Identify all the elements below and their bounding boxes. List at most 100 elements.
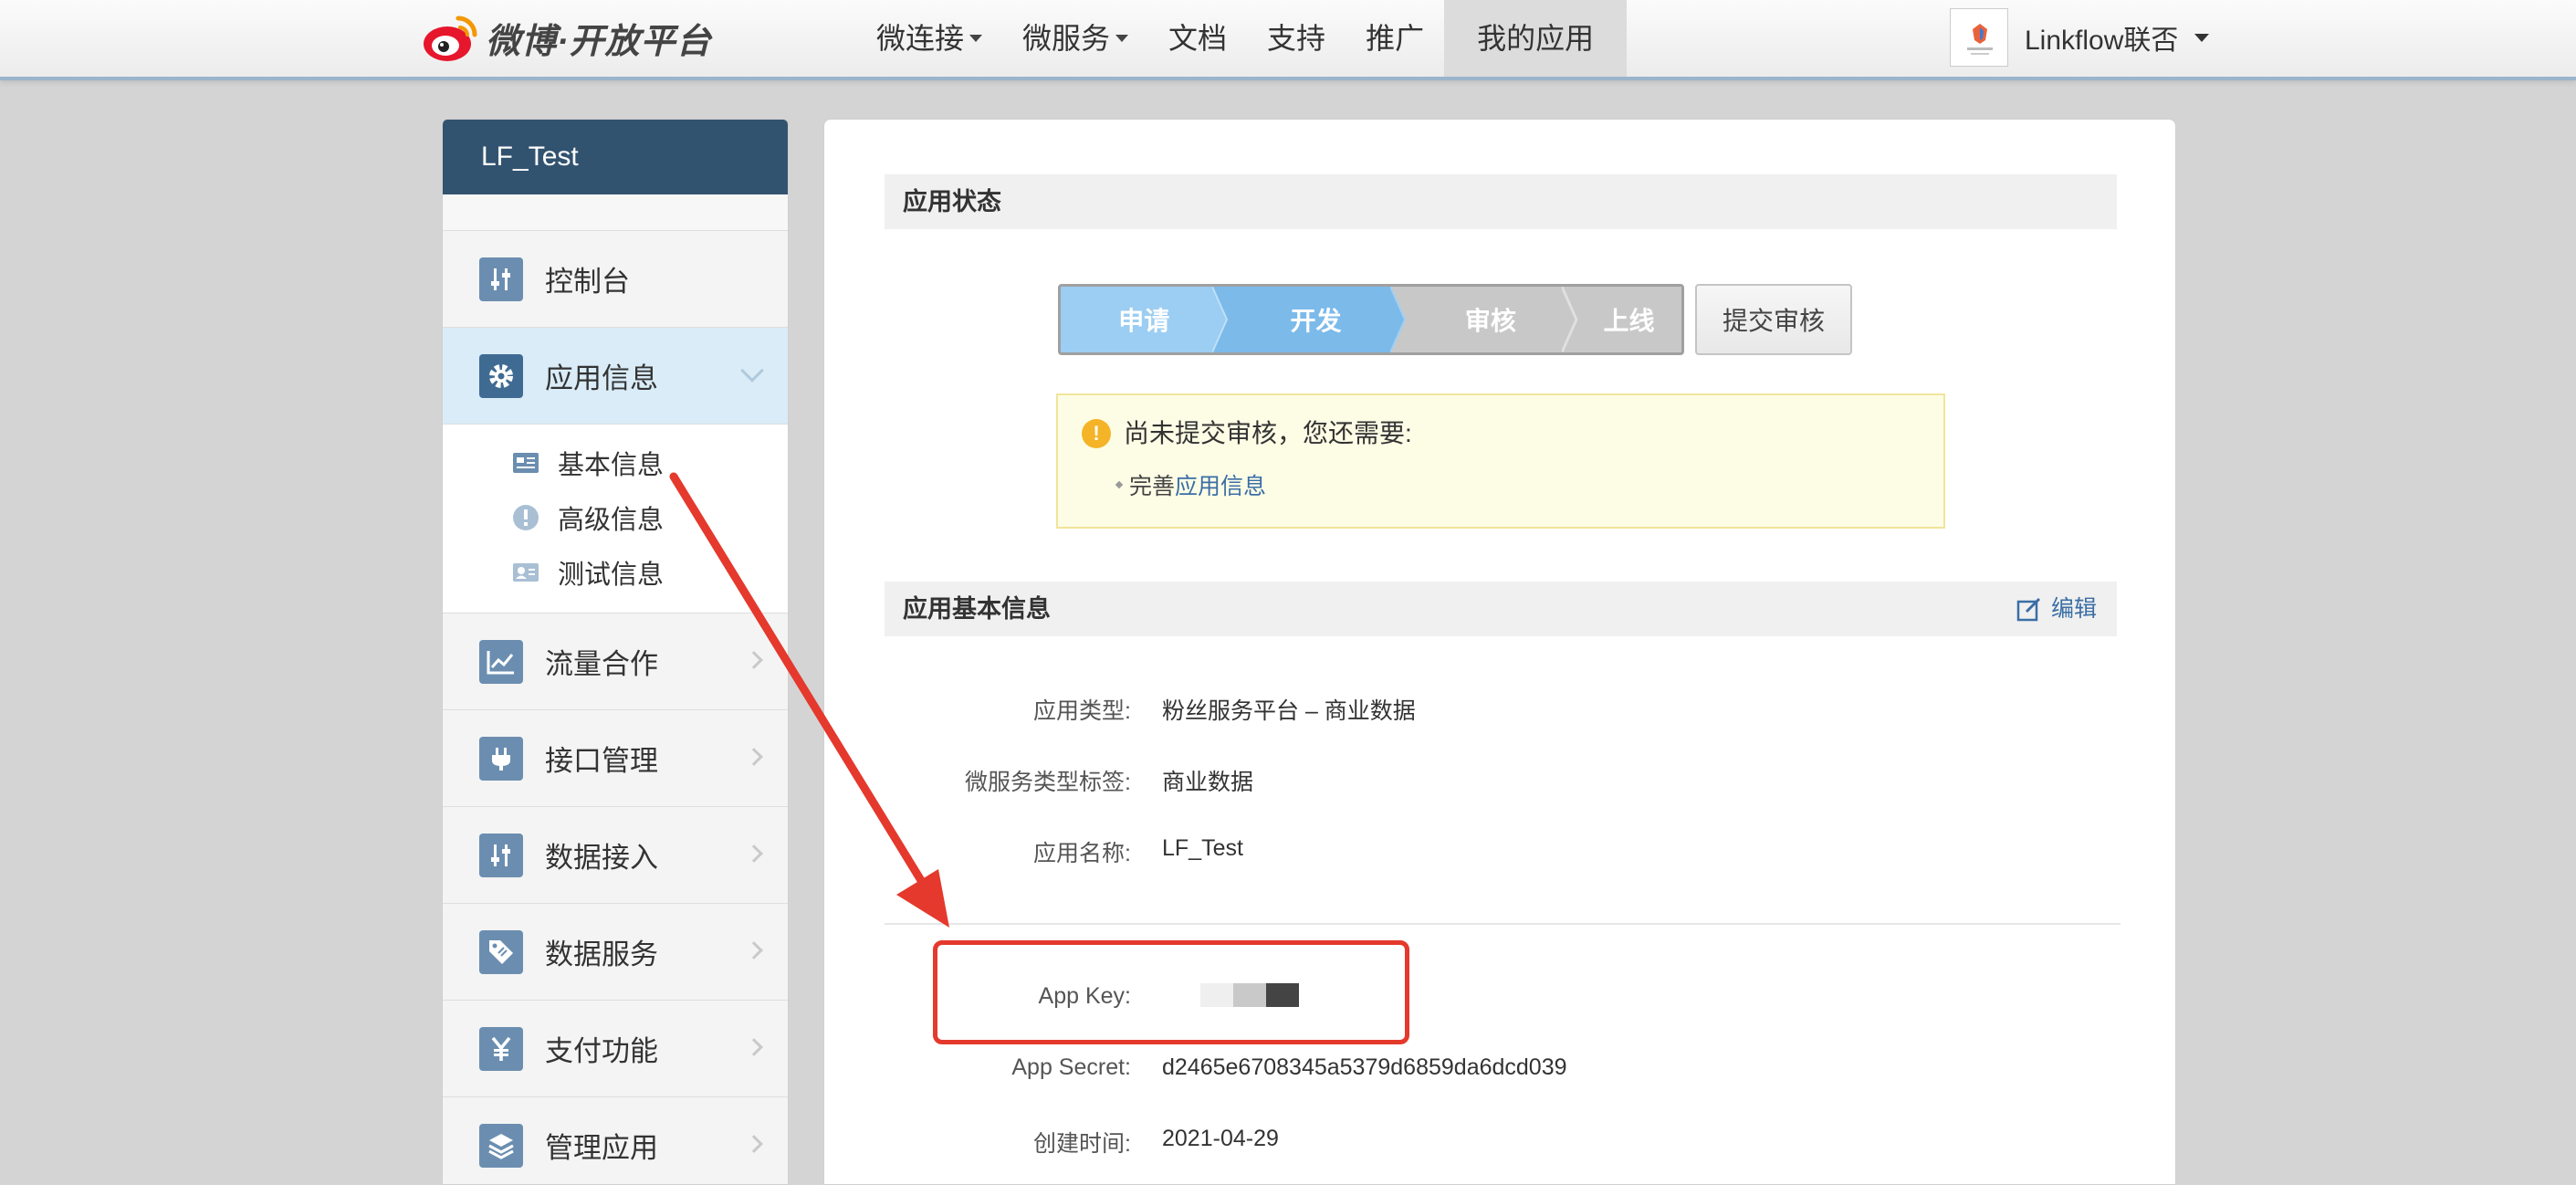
notice-prefix: 完善 [1129, 474, 1176, 499]
sidebar-item-app-info[interactable]: 应用信息 [443, 328, 788, 425]
edit-icon [2016, 597, 2041, 622]
sliders-icon [479, 257, 523, 301]
sidebar-item-label: 支付功能 [545, 1035, 658, 1067]
chevron-right-icon [745, 941, 763, 960]
step-review: 审核 [1404, 287, 1578, 352]
sidebar: LF_Test 控制台 应用信息 基本信息 高级信息 测试信息 流量合作 接口管… [442, 119, 789, 1185]
chevron-down-icon [740, 359, 764, 383]
top-navbar: 微博·开放平台 微连接 微服务 文档 支持 推广 我的应用 Linkflow联否 [0, 0, 2576, 80]
sliders-icon [479, 833, 523, 877]
nav-label: 推广 [1366, 22, 1425, 55]
sidebar-item-traffic[interactable]: 流量合作 [443, 613, 788, 710]
caret-down-icon [1115, 35, 1129, 42]
caret-down-icon [2194, 33, 2210, 42]
sidebar-item-label: 管理应用 [545, 1132, 658, 1164]
info-value: LF_Test [1162, 835, 1243, 861]
nav-wei-connect[interactable]: 微连接 [856, 0, 1002, 77]
submenu-item-label: 测试信息 [558, 561, 665, 590]
info-label: 应用名称: [1033, 841, 1131, 866]
exclamation-circle-icon [512, 504, 539, 531]
yen-icon [479, 1026, 523, 1071]
nav-label: 微连接 [876, 22, 965, 55]
nav-label: 我的应用 [1477, 22, 1595, 55]
logo-text: 微博·开放平台 [486, 22, 712, 61]
sidebar-item-label: 数据接入 [545, 842, 658, 874]
notice-title: 尚未提交审核，您还需要: [1124, 419, 1412, 447]
id-card-icon [512, 449, 539, 477]
app-info-submenu: 基本信息 高级信息 测试信息 [443, 425, 788, 613]
sidebar-item-manage-app[interactable]: 管理应用 [443, 1097, 788, 1184]
chevron-right-icon [745, 748, 763, 766]
info-row-app-name: 应用名称: LF_Test [824, 835, 2177, 872]
sidebar-item-label: 接口管理 [545, 745, 658, 777]
nav-docs[interactable]: 文档 [1148, 0, 1247, 77]
sidebar-item-label: 流量合作 [545, 648, 658, 680]
submenu-item-label: 基本信息 [558, 451, 665, 480]
edit-label: 编辑 [2050, 596, 2097, 622]
caret-down-icon [969, 35, 983, 42]
nav-promotion[interactable]: 推广 [1346, 0, 1444, 77]
submenu-item-advanced-info[interactable]: 高级信息 [443, 490, 788, 545]
nav-wei-service[interactable]: 微服务 [1002, 0, 1148, 77]
tag-icon [479, 929, 523, 974]
user-menu[interactable]: Linkflow联否 [1950, 7, 2210, 68]
info-label: 应用类型: [1033, 698, 1131, 724]
weibo-logo[interactable]: 微博·开放平台 [422, 5, 712, 69]
step-label: 审核 [1464, 307, 1516, 335]
chevron-right-icon [745, 1038, 763, 1056]
sidebar-item-data-service[interactable]: 数据服务 [443, 904, 788, 1001]
avatar [1950, 8, 2008, 67]
review-notice: ! 尚未提交审核，您还需要: 完善 应用信息 [1056, 393, 1945, 529]
status-progress: 申请 开发 审核 上线 [1058, 284, 1684, 355]
plug-icon [479, 736, 523, 781]
weibo-eye-icon [422, 9, 480, 66]
user-name: Linkflow联否 [2025, 26, 2179, 56]
layers-icon [479, 1123, 523, 1168]
sidebar-app-name: LF_Test [443, 120, 788, 194]
edit-button[interactable]: 编辑 [2016, 582, 2097, 636]
sidebar-item-data-access[interactable]: 数据接入 [443, 807, 788, 904]
sidebar-item-label: 数据服务 [545, 939, 658, 970]
sidebar-item-label: 应用信息 [545, 362, 658, 394]
step-label: 开发 [1290, 307, 1342, 335]
info-row-app-type: 应用类型: 粉丝服务平台 – 商业数据 [824, 693, 2177, 729]
app-info-link[interactable]: 应用信息 [1175, 468, 1266, 501]
nav-label: 微服务 [1022, 22, 1111, 55]
chevron-right-icon [745, 1135, 763, 1153]
info-value: 商业数据 [1162, 770, 1254, 795]
bullet-icon [1115, 480, 1124, 489]
chevron-right-icon [745, 651, 763, 669]
submit-review-button[interactable]: 提交审核 [1695, 284, 1852, 355]
info-row-app-secret: App Secret: d2465e6708345a5379d6859da6dc… [824, 1054, 2177, 1091]
submenu-item-label: 高级信息 [558, 506, 665, 535]
nav-support[interactable]: 支持 [1247, 0, 1346, 77]
submenu-item-test-info[interactable]: 测试信息 [443, 545, 788, 600]
section-title-basic-info: 应用基本信息 编辑 [885, 582, 2117, 636]
section-title: 应用状态 [903, 188, 1001, 215]
info-row-created-time: 创建时间: 2021-04-29 [824, 1126, 2177, 1162]
section-title: 应用基本信息 [903, 595, 1051, 623]
nav-label: 支持 [1267, 22, 1326, 55]
app-key-highlight-box [933, 940, 1409, 1044]
gear-icon [479, 353, 523, 398]
main-nav: 微连接 微服务 文档 支持 推广 我的应用 [856, 0, 1628, 77]
info-value: 粉丝服务平台 – 商业数据 [1162, 698, 1416, 724]
submenu-item-basic-info[interactable]: 基本信息 [443, 435, 788, 490]
nav-my-apps[interactable]: 我的应用 [1444, 0, 1628, 77]
sidebar-item-console[interactable]: 控制台 [443, 231, 788, 328]
info-label: 创建时间: [1033, 1131, 1131, 1157]
step-label: 申请 [1118, 307, 1170, 335]
info-value: 2021-04-29 [1162, 1126, 1279, 1151]
step-apply: 申请 [1061, 287, 1242, 352]
chart-line-icon [479, 639, 523, 684]
sidebar-item-api-manage[interactable]: 接口管理 [443, 710, 788, 807]
step-online: 上线 [1576, 287, 1681, 352]
step-label: 上线 [1603, 307, 1655, 335]
info-label: 微服务类型标签: [965, 770, 1131, 795]
section-title-app-status: 应用状态 [885, 174, 2117, 229]
info-row-service-tag: 微服务类型标签: 商业数据 [824, 764, 2177, 801]
notice-item: 完善 应用信息 [1115, 468, 1266, 501]
info-value: d2465e6708345a5379d6859da6dcd039 [1162, 1054, 1567, 1080]
sidebar-item-payment[interactable]: 支付功能 [443, 1001, 788, 1097]
warning-icon: ! [1082, 419, 1111, 448]
